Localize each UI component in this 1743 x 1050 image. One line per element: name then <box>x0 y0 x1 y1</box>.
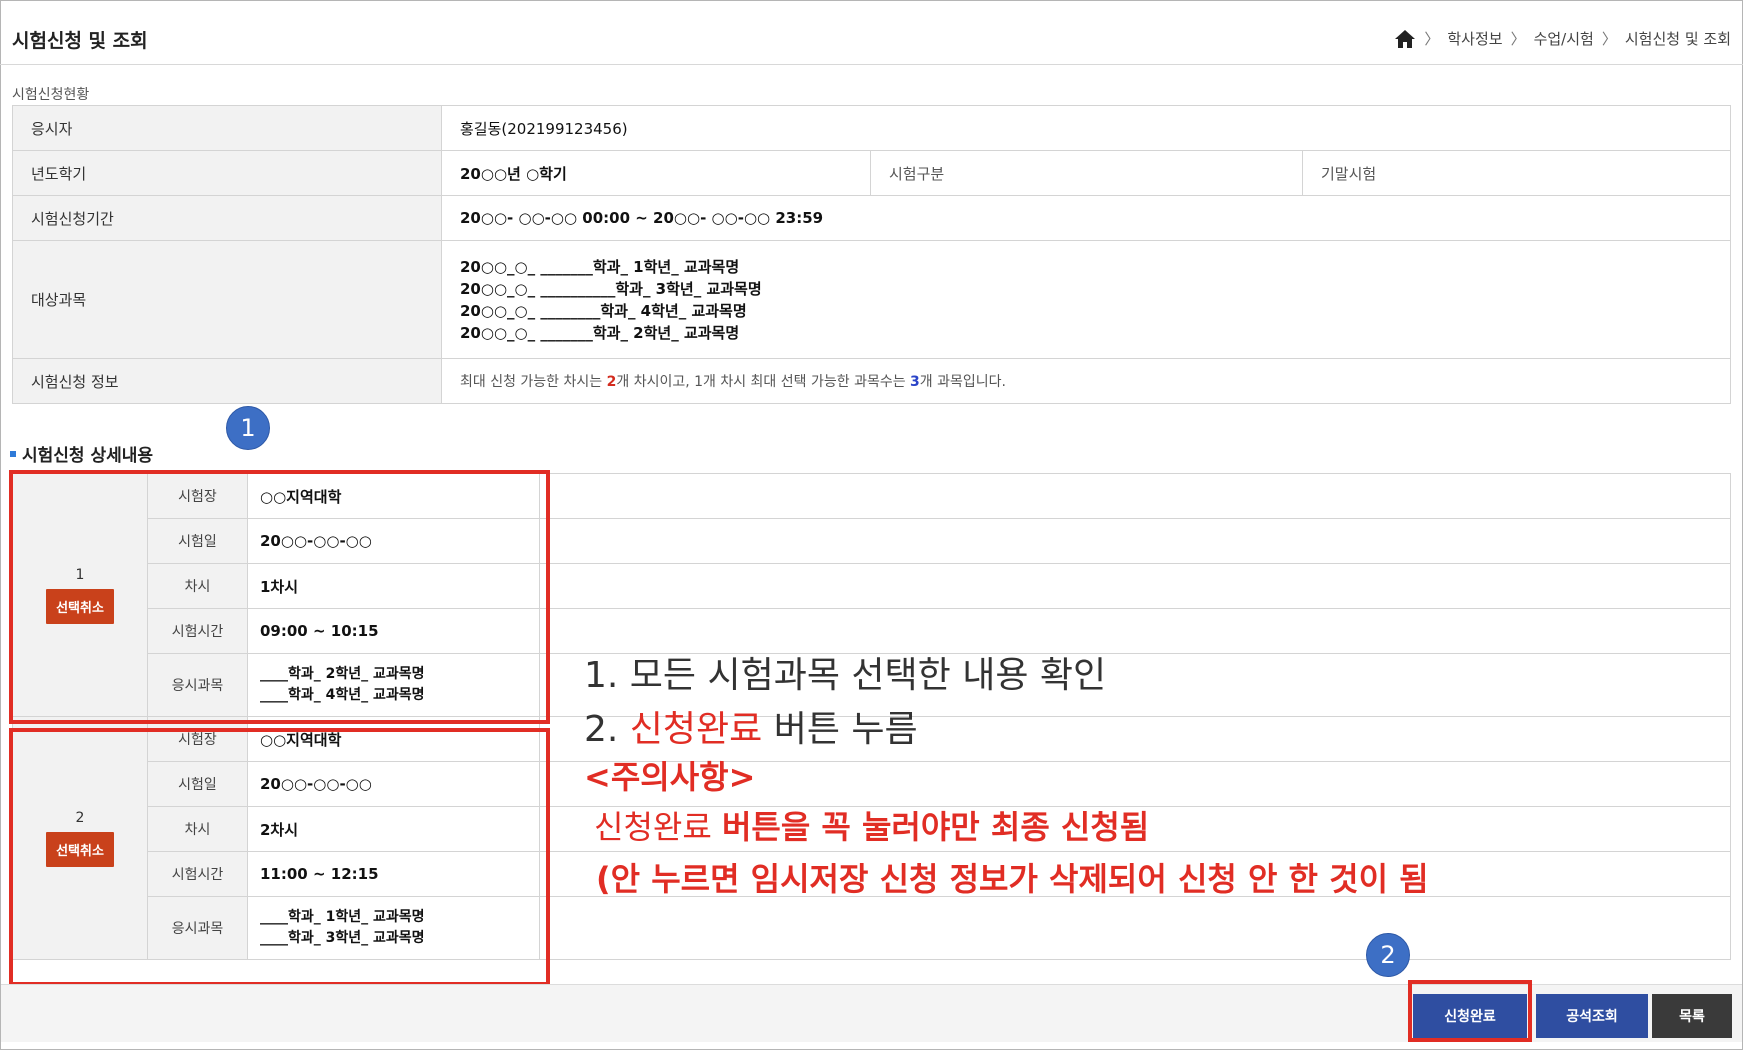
step2-highlight: 신청완료 <box>629 709 763 750</box>
session2-subjects-row: 응시과목 ____학과_ 1학년_ 교과목명 ____학과_ 3학년_ 교과목명 <box>13 896 1731 960</box>
session2-session: 2차시 <box>247 806 540 852</box>
exam-type-label: 시험구분 <box>870 150 1303 196</box>
session-label: 차시 <box>147 806 248 852</box>
empty-cell <box>539 518 1731 564</box>
detail-heading: 시험신청 상세내용 <box>10 441 153 466</box>
session1-subjects: ____학과_ 2학년_ 교과목명 ____학과_ 4학년_ 교과목명 <box>247 653 540 717</box>
session1-cancel-button[interactable]: 선택취소 <box>46 588 114 624</box>
venue-label: 시험장 <box>147 716 248 762</box>
empty-cell <box>539 896 1731 960</box>
caution-line2: (안 누르면 임시저장 신청 정보가 삭제되어 신청 안 한 것이 됨 <box>596 860 1429 898</box>
session1-time: 09:00 ~ 10:15 <box>247 608 540 654</box>
max-sessions-value: 2 <box>606 374 617 390</box>
page-title: 시험신청 및 조회 <box>12 30 148 52</box>
step2-suffix: 버튼 누름 <box>762 709 918 750</box>
info-text: 최대 신청 가능한 차시는 2개 차시이고, 1개 차시 최대 선택 가능한 과… <box>460 374 1006 390</box>
session1-venue: ○○지역대학 <box>247 473 540 519</box>
home-icon[interactable] <box>1394 29 1416 49</box>
session-label: 차시 <box>147 563 248 609</box>
vacancy-search-button[interactable]: 공석조회 <box>1536 994 1648 1038</box>
session2-cancel-button[interactable]: 선택취소 <box>46 831 114 867</box>
section-label: 시험신청현황 <box>12 87 90 103</box>
subjects-label: 응시과목 <box>147 653 248 717</box>
subjects-label: 응시과목 <box>147 896 248 960</box>
subject-item: ____학과_ 1학년_ 교과목명 <box>260 909 425 925</box>
summary-row-courses: 대상과목 20○○_○_ _______학과_ 1학년_ 교과목명 20○○_○… <box>12 240 1731 359</box>
session2-subjects: ____학과_ 1학년_ 교과목명 ____학과_ 3학년_ 교과목명 <box>247 896 540 960</box>
venue-label: 시험장 <box>147 473 248 519</box>
caution-heading: <주의사항> <box>584 758 756 796</box>
date-label: 시험일 <box>147 761 248 807</box>
subject-item: ____학과_ 3학년_ 교과목명 <box>260 930 425 946</box>
info-label: 시험신청 정보 <box>12 358 442 404</box>
header-divider <box>0 64 1743 65</box>
info-value: 최대 신청 가능한 차시는 2개 차시이고, 1개 차시 최대 선택 가능한 과… <box>441 358 1731 404</box>
session1-session-row: 차시 1차시 <box>13 563 1731 609</box>
session2-cell: 2 선택취소 <box>12 716 148 960</box>
breadcrumb-separator: 〉 <box>1424 30 1440 48</box>
empty-cell <box>539 563 1731 609</box>
examinee-value: 홍길동(202199123456) <box>441 105 1731 151</box>
time-label: 시험시간 <box>147 851 248 897</box>
subject-item: ____학과_ 2학년_ 교과목명 <box>260 666 425 682</box>
course-item: 20○○_○_ _______학과_ 2학년_ 교과목명 <box>460 323 740 342</box>
session2-date-row: 시험일 20○○-○○-○○ <box>13 761 1731 807</box>
term-value: 20○○년 ○학기 <box>441 150 871 196</box>
session1-number: 1 <box>75 566 85 583</box>
breadcrumb-separator: 〉 <box>1601 30 1617 48</box>
session1-date-row: 시험일 20○○-○○-○○ <box>13 518 1731 564</box>
exam-type-value: 기말시험 <box>1302 150 1731 196</box>
breadcrumb-item-current: 시험신청 및 조회 <box>1624 30 1731 48</box>
term-label: 년도학기 <box>12 150 442 196</box>
session1-date: 20○○-○○-○○ <box>247 518 540 564</box>
course-item: 20○○_○_ ________학과_ 4학년_ 교과목명 <box>460 301 747 320</box>
complete-application-button[interactable]: 신청완료 <box>1413 994 1527 1038</box>
detail-heading-text: 시험신청 상세내용 <box>22 446 154 466</box>
info-prefix: 최대 신청 가능한 차시는 <box>460 374 607 390</box>
courses-list: 20○○_○_ _______학과_ 1학년_ 교과목명 20○○_○_ ___… <box>441 240 1731 359</box>
step2-prefix: 2. <box>584 709 630 750</box>
breadcrumb-item-class-exam[interactable]: 수업/시험 <box>1534 28 1594 49</box>
session1-session: 1차시 <box>247 563 540 609</box>
step-badge-1: 1 <box>226 406 270 450</box>
list-button[interactable]: 목록 <box>1652 994 1732 1038</box>
summary-row-period: 시험신청기간 20○○- ○○-○○ 00:00 ~ 20○○- ○○-○○ 2… <box>12 195 1731 241</box>
instruction-step1: 1. 모든 시험과목 선택한 내용 확인 <box>584 655 1107 696</box>
summary-row-examinee: 응시자 홍길동(202199123456) <box>12 105 1731 151</box>
session2-date: 20○○-○○-○○ <box>247 761 540 807</box>
bullet-icon <box>10 450 16 457</box>
session2-number: 2 <box>75 809 85 826</box>
max-subjects-value: 3 <box>910 374 920 390</box>
info-suffix: 개 과목입니다. <box>919 374 1006 390</box>
breadcrumb-item-academic[interactable]: 학사정보 <box>1447 28 1502 49</box>
session1-venue-row: 1 선택취소 시험장 ○○지역대학 <box>12 473 1731 717</box>
course-item: 20○○_○_ _______학과_ 1학년_ 교과목명 <box>460 257 740 276</box>
session1-cell: 1 선택취소 <box>12 473 148 717</box>
subject-item: ____학과_ 4학년_ 교과목명 <box>260 687 425 703</box>
step-badge-2: 2 <box>1366 933 1410 977</box>
summary-row-term: 년도학기 20○○년 ○학기 시험구분 기말시험 <box>12 150 1731 196</box>
courses-label: 대상과목 <box>12 240 442 359</box>
course-item: 20○○_○_ __________학과_ 3학년_ 교과목명 <box>460 279 762 298</box>
caution-prefix: 신청완료 <box>594 808 722 846</box>
instruction-step2: 2. 신청완료 버튼 누름 <box>584 700 918 752</box>
breadcrumb: 〉 학사정보 〉 수업/시험 〉 시험신청 및 조회 <box>1394 28 1731 49</box>
time-label: 시험시간 <box>147 608 248 654</box>
info-middle: 개 차시이고, 1개 차시 최대 선택 가능한 과목수는 <box>616 374 911 390</box>
breadcrumb-separator: 〉 <box>1510 30 1526 48</box>
caution-bold: 버튼을 꼭 눌러야만 최종 신청됨 <box>721 808 1150 846</box>
period-label: 시험신청기간 <box>12 195 442 241</box>
summary-table: 응시자 홍길동(202199123456) 년도학기 20○○년 ○학기 시험구… <box>12 105 1731 404</box>
session2-venue: ○○지역대학 <box>247 716 540 762</box>
date-label: 시험일 <box>147 518 248 564</box>
summary-row-info: 시험신청 정보 최대 신청 가능한 차시는 2개 차시이고, 1개 차시 최대 … <box>12 358 1731 404</box>
examinee-label: 응시자 <box>12 105 442 151</box>
empty-cell <box>539 473 1731 519</box>
session2-time: 11:00 ~ 12:15 <box>247 851 540 897</box>
caution-line1: 신청완료 버튼을 꼭 눌러야만 최종 신청됨 <box>594 802 1149 848</box>
period-value: 20○○- ○○-○○ 00:00 ~ 20○○- ○○-○○ 23:59 <box>441 195 1731 241</box>
